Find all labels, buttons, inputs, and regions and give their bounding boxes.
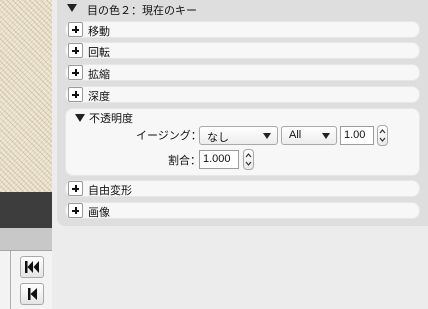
stepper-arrows-icon bbox=[379, 129, 386, 142]
section-label: 画像 bbox=[88, 207, 110, 219]
expand-plus-icon[interactable] bbox=[68, 181, 83, 196]
timeline-scrollbar[interactable] bbox=[0, 228, 52, 251]
easing-amount-field[interactable]: 1.00 bbox=[340, 126, 374, 145]
stepper-arrows-icon bbox=[245, 153, 252, 166]
section-scale[interactable]: 拡縮 bbox=[65, 64, 420, 81]
skip-to-start-icon bbox=[25, 261, 39, 273]
expand-plus-icon[interactable] bbox=[68, 203, 83, 218]
opacity-label: 不透明度 bbox=[89, 113, 133, 125]
ratio-label: 割合： bbox=[168, 155, 201, 167]
disclosure-open-icon bbox=[67, 4, 77, 12]
step-back-button[interactable] bbox=[20, 283, 44, 305]
left-pane bbox=[0, 0, 52, 309]
easing-amount-value: 1.00 bbox=[344, 129, 366, 141]
section-opacity: 不透明度 イージング： なし All 1.00 割合： 1.000 bbox=[65, 108, 420, 176]
disclosure-open-icon[interactable] bbox=[75, 114, 85, 123]
key-properties-panel: 目の色２：現在のキー 移動 回転 拡縮 深度 不透明度 イージング： なし Al… bbox=[57, 0, 428, 226]
section-label: 深度 bbox=[88, 91, 110, 103]
section-label: 回転 bbox=[88, 47, 110, 59]
section-free-transform[interactable]: 自由変形 bbox=[65, 180, 420, 197]
chevron-down-icon bbox=[322, 133, 330, 139]
section-label: 拡縮 bbox=[88, 69, 110, 81]
section-depth[interactable]: 深度 bbox=[65, 86, 420, 103]
ratio-stepper[interactable] bbox=[243, 149, 254, 170]
expand-plus-icon[interactable] bbox=[68, 87, 83, 102]
ratio-field[interactable]: 1.000 bbox=[199, 150, 239, 169]
section-label: 自由変形 bbox=[88, 185, 132, 197]
easing-mode-select[interactable]: All bbox=[281, 126, 337, 145]
step-back-icon bbox=[28, 288, 37, 300]
section-label: 移動 bbox=[88, 26, 110, 38]
skip-to-start-button[interactable] bbox=[20, 256, 44, 278]
easing-label: イージング： bbox=[136, 130, 202, 142]
easing-amount-stepper[interactable] bbox=[377, 125, 388, 146]
canvas-preview bbox=[0, 0, 52, 192]
easing-select[interactable]: なし bbox=[199, 126, 278, 145]
expand-plus-icon[interactable] bbox=[68, 65, 83, 80]
panel-header[interactable]: 目の色２：現在のキー bbox=[57, 0, 428, 18]
panel-title: 目の色２：現在のキー bbox=[87, 5, 197, 17]
section-move[interactable]: 移動 bbox=[65, 21, 420, 38]
ratio-value: 1.000 bbox=[203, 153, 231, 165]
easing-select-value: なし bbox=[207, 132, 229, 144]
easing-mode-value: All bbox=[289, 129, 302, 141]
section-image[interactable]: 画像 bbox=[65, 202, 420, 219]
canvas-border bbox=[0, 192, 52, 228]
chevron-down-icon bbox=[263, 133, 271, 139]
timeline-track-divider bbox=[10, 251, 11, 309]
expand-plus-icon[interactable] bbox=[68, 22, 83, 37]
section-rotate[interactable]: 回転 bbox=[65, 42, 420, 59]
expand-plus-icon[interactable] bbox=[68, 43, 83, 58]
